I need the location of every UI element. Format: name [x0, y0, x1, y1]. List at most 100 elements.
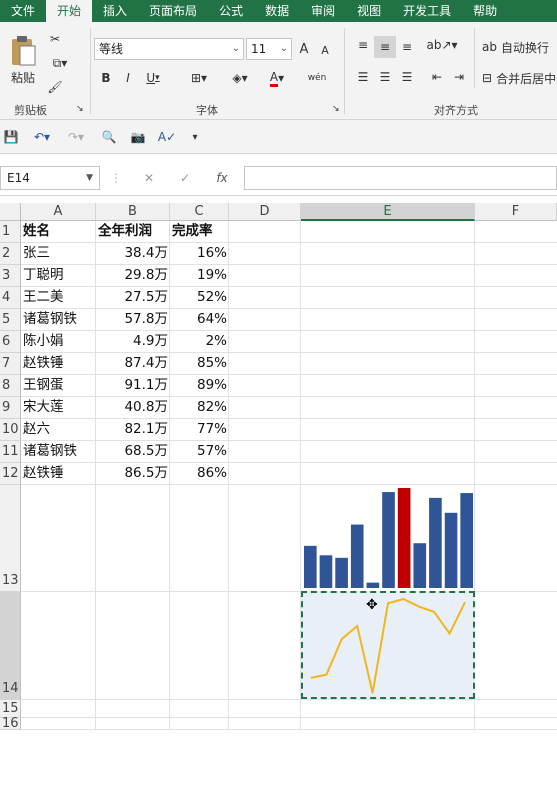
row-header[interactable]: 10 — [0, 419, 21, 441]
table-cell[interactable]: 姓名 — [21, 221, 96, 243]
spelling-icon[interactable]: A✓ — [156, 128, 178, 146]
tab-5[interactable]: 数据 — [254, 0, 300, 22]
table-cell[interactable]: 52% — [170, 287, 229, 309]
format-painter-icon[interactable]: 🖌 — [46, 78, 64, 96]
row-header[interactable]: 1 — [0, 221, 21, 243]
paste-button[interactable]: 粘贴 — [6, 30, 40, 90]
table-cell[interactable]: 诸葛钢铁 — [21, 441, 96, 463]
phonetic-button[interactable]: wén — [304, 67, 330, 89]
table-cell[interactable]: 陈小娟 — [21, 331, 96, 353]
row-header[interactable]: 5 — [0, 309, 21, 331]
table-cell[interactable]: 87.4万 — [96, 353, 170, 375]
tab-2[interactable]: 插入 — [92, 0, 138, 22]
fill-color-icon[interactable]: ◈▾ — [224, 69, 256, 87]
table-cell[interactable]: 27.5万 — [96, 287, 170, 309]
row-header[interactable]: 9 — [0, 397, 21, 419]
shrink-font-button[interactable]: A — [318, 42, 332, 58]
table-cell[interactable]: 王二美 — [21, 287, 96, 309]
bold-button[interactable]: B — [98, 69, 114, 87]
merge-center-button[interactable]: ⊟ 合并后居中 — [482, 69, 557, 87]
table-cell[interactable]: 77% — [170, 419, 229, 441]
cut-icon[interactable]: ✂ — [46, 30, 64, 48]
tab-1[interactable]: 开始 — [46, 0, 93, 22]
font-color-icon[interactable]: A ▾ — [262, 69, 292, 87]
align-middle-icon[interactable]: ≡ — [374, 36, 396, 58]
tab-4[interactable]: 公式 — [208, 0, 254, 22]
border-icon[interactable]: ⊞▾ — [184, 69, 214, 87]
column-header[interactable]: C — [170, 203, 229, 221]
print-preview-icon[interactable]: 🔍 — [100, 128, 118, 146]
table-cell[interactable]: 19% — [170, 265, 229, 287]
tab-8[interactable]: 开发工具 — [392, 0, 462, 22]
align-center-icon[interactable]: ☰ — [376, 68, 394, 86]
column-header[interactable]: F — [475, 203, 557, 221]
row-header[interactable]: 6 — [0, 331, 21, 353]
tab-9[interactable]: 帮助 — [462, 0, 508, 22]
font-size-combo[interactable]: 11 ⌄ — [246, 38, 292, 60]
table-cell[interactable]: 91.1万 — [96, 375, 170, 397]
table-cell[interactable]: 王钢蛋 — [21, 375, 96, 397]
row-header[interactable]: 4 — [0, 287, 21, 309]
table-cell[interactable]: 4.9万 — [96, 331, 170, 353]
decrease-indent-icon[interactable]: ⇤ — [428, 68, 446, 86]
tab-3[interactable]: 页面布局 — [138, 0, 208, 22]
table-cell[interactable]: 诸葛钢铁 — [21, 309, 96, 331]
table-cell[interactable]: 82.1万 — [96, 419, 170, 441]
align-left-icon[interactable]: ☰ — [354, 68, 372, 86]
clipboard-launcher-icon[interactable]: ↘ — [76, 104, 84, 114]
table-cell[interactable]: 64% — [170, 309, 229, 331]
row-header[interactable]: 3 — [0, 265, 21, 287]
table-cell[interactable]: 赵铁锤 — [21, 463, 96, 485]
underline-button[interactable]: U ▾ — [142, 69, 164, 87]
row-header[interactable]: 11 — [0, 441, 21, 463]
insert-function-button[interactable]: fx — [212, 170, 232, 186]
column-header[interactable]: D — [229, 203, 301, 221]
customize-qat-icon[interactable]: ▾ — [188, 128, 202, 146]
column-header[interactable]: E — [301, 203, 475, 221]
table-cell[interactable]: 29.8万 — [96, 265, 170, 287]
column-header[interactable]: B — [96, 203, 170, 221]
column-header[interactable]: A — [21, 203, 96, 221]
table-cell[interactable]: 丁聪明 — [21, 265, 96, 287]
grow-font-button[interactable]: A — [296, 40, 312, 58]
row-header[interactable]: 16 — [0, 717, 21, 730]
align-bottom-icon[interactable]: ≡ — [398, 38, 416, 56]
row-header[interactable]: 13 — [0, 485, 21, 592]
row-header[interactable]: 12 — [0, 463, 21, 485]
orientation-icon[interactable]: ab↗▾ — [426, 36, 457, 54]
font-launcher-icon[interactable]: ↘ — [332, 104, 340, 114]
tab-7[interactable]: 视图 — [346, 0, 392, 22]
table-cell[interactable]: 宋大莲 — [21, 397, 96, 419]
row-header[interactable]: 2 — [0, 243, 21, 265]
wrap-text-button[interactable]: ab 自动换行 — [482, 38, 557, 56]
table-cell[interactable]: 38.4万 — [96, 243, 170, 265]
redo-icon[interactable]: ↷▾ — [62, 128, 90, 146]
table-cell[interactable]: 86.5万 — [96, 463, 170, 485]
table-cell[interactable]: 85% — [170, 353, 229, 375]
increase-indent-icon[interactable]: ⇥ — [450, 68, 468, 86]
table-cell[interactable]: 68.5万 — [96, 441, 170, 463]
table-cell[interactable]: 57.8万 — [96, 309, 170, 331]
align-right-icon[interactable]: ☰ — [398, 68, 416, 86]
enter-icon[interactable]: ✓ — [176, 170, 194, 186]
select-all-corner[interactable] — [0, 203, 21, 221]
formula-input[interactable] — [244, 166, 557, 190]
tab-0[interactable]: 文件 — [0, 0, 46, 22]
table-cell[interactable]: 完成率 — [170, 221, 229, 243]
table-cell[interactable]: 16% — [170, 243, 229, 265]
table-cell[interactable]: 57% — [170, 441, 229, 463]
save-icon[interactable]: 💾 — [2, 128, 20, 146]
align-top-icon[interactable]: ≡ — [354, 36, 372, 54]
table-cell[interactable]: 86% — [170, 463, 229, 485]
tab-6[interactable]: 审阅 — [300, 0, 346, 22]
camera-icon[interactable]: 📷 — [128, 128, 148, 146]
row-header[interactable]: 7 — [0, 353, 21, 375]
cancel-icon[interactable]: ✕ — [140, 170, 158, 186]
row-header[interactable]: 8 — [0, 375, 21, 397]
font-name-combo[interactable]: 等线 ⌄ — [94, 38, 244, 60]
row-header[interactable]: 14 — [0, 592, 21, 700]
table-cell[interactable]: 2% — [170, 331, 229, 353]
table-cell[interactable]: 全年利润 — [96, 221, 170, 243]
undo-icon[interactable]: ↶▾ — [28, 128, 56, 146]
name-box[interactable]: E14 ▼ — [0, 166, 100, 190]
